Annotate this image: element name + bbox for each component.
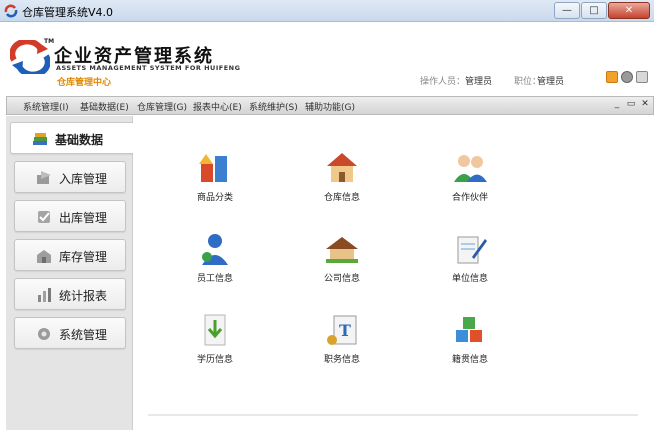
- menu-bar: 系统管理(I) 基础数据(E) 仓库管理(G) 报表中心(E) 系统维护(S) …: [6, 96, 654, 115]
- nav-label: 入库管理: [59, 172, 108, 186]
- tile-label: 仓库信息: [323, 193, 360, 203]
- tile-employee[interactable]: 员工信息: [170, 231, 260, 291]
- close-button[interactable]: ✕: [608, 2, 650, 19]
- employee-icon: [202, 234, 228, 265]
- mdi-restore-button[interactable]: ▭: [625, 99, 637, 112]
- role-value: 管理员: [537, 77, 565, 87]
- nav-statistics-report[interactable]: 统计报表: [14, 278, 126, 310]
- app-icon: [4, 4, 18, 18]
- tile-label: 职务信息: [323, 355, 360, 365]
- tile-partners[interactable]: 合作伙伴: [425, 150, 515, 210]
- tile-position[interactable]: T 职务信息: [297, 312, 387, 372]
- warehouse-icon: [327, 153, 357, 182]
- minimize-icon: —: [562, 5, 572, 16]
- product-category-icon: [199, 154, 227, 182]
- inventory-icon: [37, 250, 51, 263]
- nav-label: 库存管理: [59, 250, 108, 264]
- nav-inventory[interactable]: 库存管理: [14, 239, 126, 271]
- tile-company[interactable]: 公司信息: [297, 231, 387, 291]
- tile-product-category[interactable]: 商品分类: [170, 150, 260, 210]
- operator-label: 操作人员：: [420, 77, 466, 87]
- minimize-button[interactable]: —: [554, 2, 580, 19]
- position-icon: T: [327, 315, 357, 345]
- close-icon: ✕: [624, 5, 634, 16]
- title-bar: 仓库管理系统V4.0 — □ ✕: [0, 0, 654, 22]
- tile-label: 员工信息: [196, 274, 233, 284]
- stock-out-icon: [38, 211, 50, 223]
- mdi-close-button[interactable]: ✕: [639, 99, 651, 112]
- education-icon: [204, 314, 226, 346]
- menu-auxiliary-functions[interactable]: 辅助功能(G): [305, 100, 355, 113]
- tile-warehouse[interactable]: 仓库信息: [297, 150, 387, 210]
- tile-education[interactable]: 学历信息: [170, 312, 260, 372]
- maximize-button[interactable]: □: [581, 2, 607, 19]
- menu-report-center[interactable]: 报表中心(E): [193, 100, 242, 113]
- tile-label: 合作伙伴: [451, 193, 488, 203]
- svg-text:T: T: [339, 321, 351, 340]
- tile-label: 籍贯信息: [451, 355, 488, 365]
- partners-icon: [454, 155, 487, 182]
- menu-system-management[interactable]: 系统管理(I): [23, 100, 69, 113]
- native-place-icon: [456, 317, 482, 342]
- main-content: 商品分类 仓库信息 合作伙伴 员工信息 公司信息 单位信息 学历信息 T 职务信…: [133, 116, 654, 430]
- tile-label: 公司信息: [323, 274, 360, 284]
- menu-basic-data[interactable]: 基础数据(E): [80, 100, 129, 113]
- brand-subtitle: ASSETS MANAGEMENT SYSTEM FOR HUIFENG: [56, 64, 241, 72]
- operator-value: 管理员: [465, 77, 493, 87]
- company-icon: [326, 237, 358, 263]
- window-title: 仓库管理系统V4.0: [22, 6, 114, 19]
- report-icon: [38, 288, 51, 302]
- left-nav-panel: 基础数据 入库管理 出库管理 库存管理 统计报表 系统管理: [6, 116, 135, 430]
- tile-label: 学历信息: [196, 355, 233, 365]
- brand-center-name: 仓库管理中心: [57, 78, 112, 88]
- nav-stock-in[interactable]: 入库管理: [14, 161, 126, 193]
- books-icon: [33, 133, 47, 145]
- menu-system-maintenance[interactable]: 系统维护(S): [249, 100, 298, 113]
- nav-system-management[interactable]: 系统管理: [14, 317, 126, 349]
- content-divider: [148, 414, 638, 416]
- maximize-icon: □: [589, 5, 599, 16]
- nav-label: 基础数据: [55, 133, 104, 147]
- system-icon: [38, 328, 50, 340]
- tile-label: 单位信息: [451, 274, 488, 284]
- unit-icon: [457, 236, 487, 264]
- nav-label: 出库管理: [59, 211, 108, 225]
- mdi-minimize-button[interactable]: _: [611, 99, 623, 112]
- tile-native-place[interactable]: 籍贯信息: [425, 312, 515, 372]
- stock-in-icon: [37, 171, 51, 184]
- logo-icon: [10, 40, 50, 74]
- tile-unit[interactable]: 单位信息: [425, 231, 515, 291]
- tile-label: 商品分类: [196, 193, 233, 203]
- app-header: TM 企业资产管理系统 ASSETS MANAGEMENT SYSTEM FOR…: [0, 22, 654, 94]
- help-icon[interactable]: [621, 71, 633, 83]
- nav-basic-data[interactable]: 基础数据: [10, 122, 135, 154]
- message-icon[interactable]: [606, 71, 618, 83]
- trademark-mark: TM: [44, 38, 55, 45]
- nav-label: 统计报表: [59, 289, 108, 303]
- nav-stock-out[interactable]: 出库管理: [14, 200, 126, 232]
- menu-warehouse-management[interactable]: 仓库管理(G): [137, 100, 187, 113]
- exit-icon[interactable]: [636, 71, 648, 83]
- nav-label: 系统管理: [59, 328, 108, 342]
